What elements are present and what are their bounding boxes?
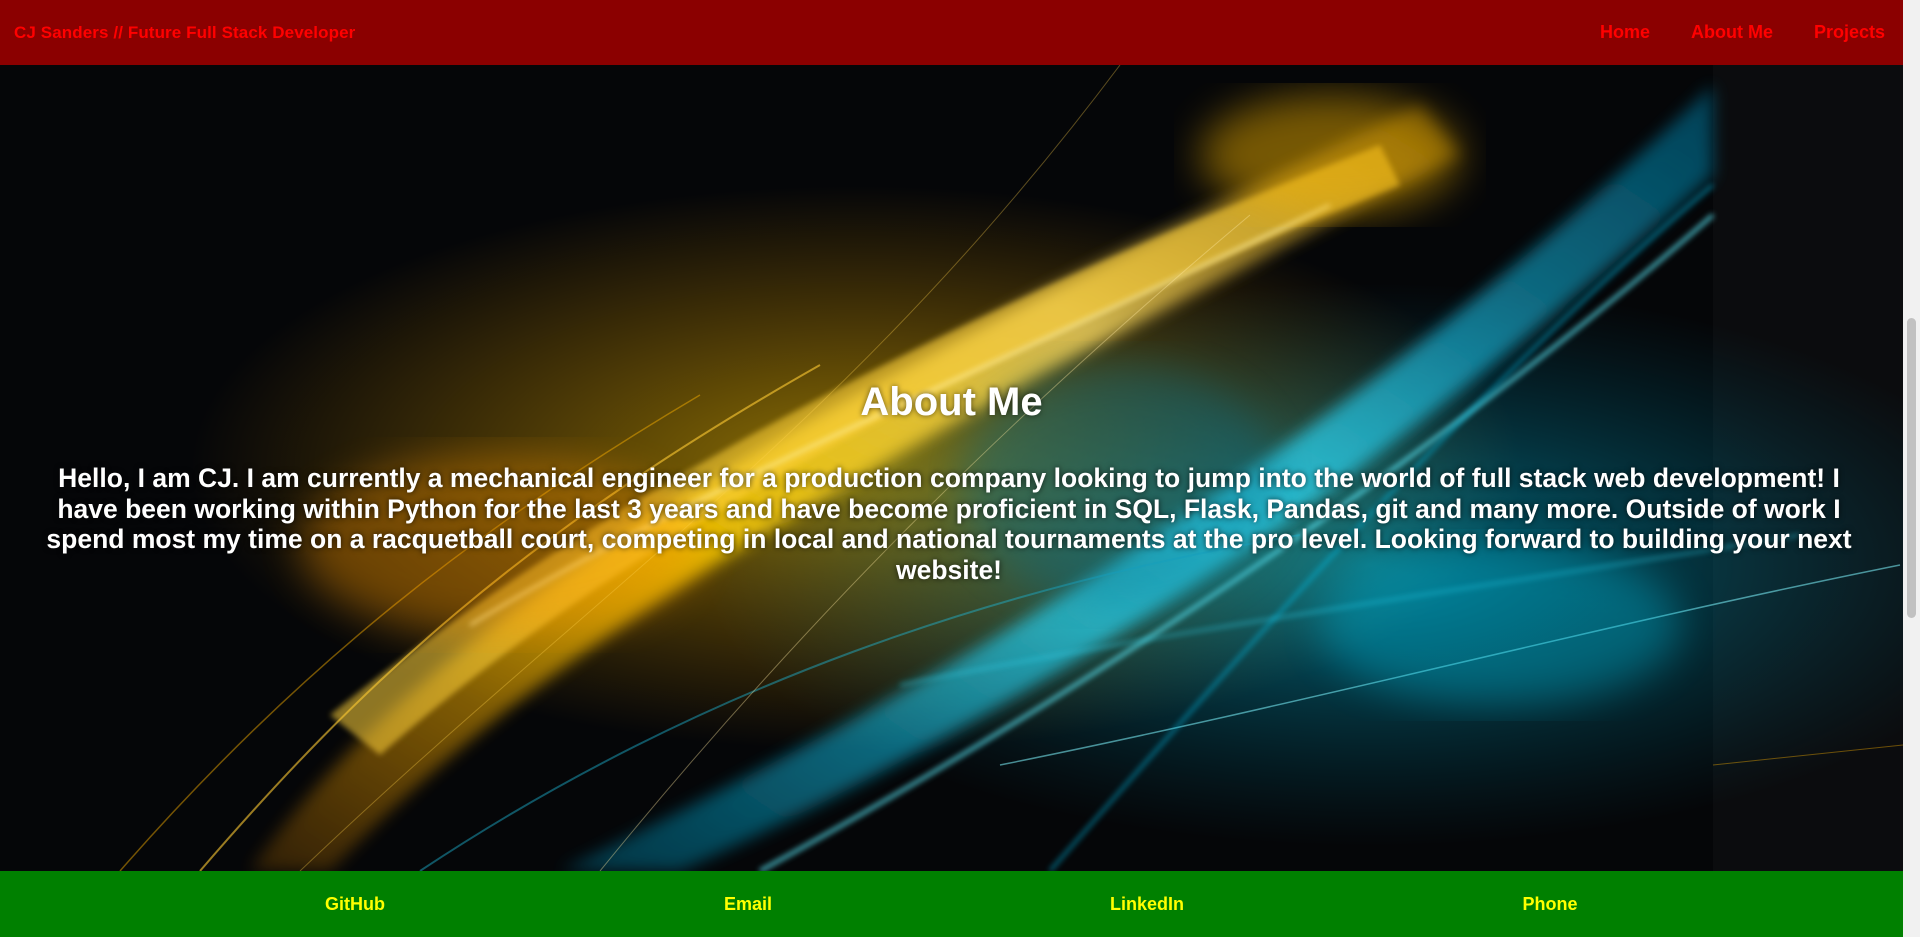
footer-link-phone[interactable]: Phone — [1522, 894, 1577, 915]
footer-link-linkedin[interactable]: LinkedIn — [1110, 894, 1184, 915]
brand-title: CJ Sanders // Future Full Stack Develope… — [14, 22, 356, 42]
scrollbar-thumb[interactable] — [1907, 318, 1916, 618]
vertical-scrollbar[interactable] — [1903, 0, 1920, 937]
about-title: About Me — [860, 380, 1043, 424]
page: CJ Sanders // Future Full Stack Develope… — [0, 0, 1920, 937]
nav-link-about-me[interactable]: About Me — [1691, 22, 1773, 43]
navbar: CJ Sanders // Future Full Stack Develope… — [0, 0, 1903, 65]
browser-viewport: CJ Sanders // Future Full Stack Develope… — [0, 0, 1903, 937]
about-section: About Me Hello, I am CJ. I am currently … — [0, 65, 1903, 871]
nav-link-home[interactable]: Home — [1600, 22, 1650, 43]
footer-link-email[interactable]: Email — [724, 894, 772, 915]
about-paragraph: Hello, I am CJ. I am currently a mechani… — [46, 463, 1852, 585]
nav-link-projects[interactable]: Projects — [1814, 22, 1885, 43]
footer: GitHub Email LinkedIn Phone — [0, 871, 1903, 937]
nav-links: Home About Me Projects — [1559, 22, 1885, 43]
footer-link-github[interactable]: GitHub — [325, 894, 385, 915]
